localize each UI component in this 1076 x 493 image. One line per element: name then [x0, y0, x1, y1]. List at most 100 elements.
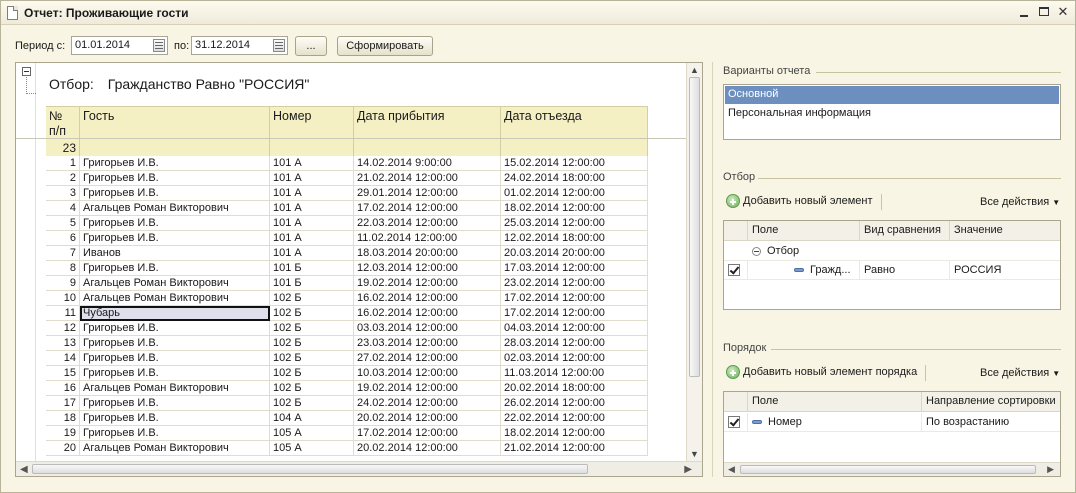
table-row[interactable]: 1 Григорьев И.В. 101 А 14.02.2014 9:00:00 15…	[46, 156, 648, 171]
room-cell[interactable]: 101 А	[270, 216, 354, 231]
room-cell[interactable]: 102 Б	[270, 336, 354, 351]
departure-cell[interactable]: 23.02.2014 12:00:00	[501, 276, 648, 291]
calendar-icon[interactable]	[153, 39, 165, 52]
filter-comparison-cell[interactable]: Равно	[860, 261, 950, 280]
guest-cell[interactable]: Агальцев Роман Викторович	[80, 381, 270, 396]
close-icon[interactable]: ✕	[1055, 4, 1071, 20]
row-number[interactable]: 13	[46, 336, 80, 351]
vertical-scrollbar[interactable]: ▲ ▼	[686, 63, 702, 461]
row-number[interactable]: 14	[46, 351, 80, 366]
arrival-cell[interactable]: 14.02.2014 9:00:00	[354, 156, 501, 171]
row-number[interactable]: 2	[46, 171, 80, 186]
departure-cell[interactable]: 20.03.2014 20:00:00	[501, 246, 648, 261]
guest-cell[interactable]: Чубарь	[80, 306, 270, 321]
departure-cell[interactable]: 15.02.2014 12:00:00	[501, 156, 648, 171]
table-row[interactable]: 14 Григорьев И.В. 102 Б 27.02.2014 12:00:00…	[46, 351, 648, 366]
arrival-cell[interactable]: 24.02.2014 12:00:00	[354, 396, 501, 411]
collapse-icon[interactable]	[22, 67, 31, 76]
guest-cell[interactable]: Агальцев Роман Викторович	[80, 441, 270, 456]
room-cell[interactable]: 102 Б	[270, 306, 354, 321]
table-row[interactable]: 3 Григорьев И.В. 101 А 29.01.2014 12:00:00 0…	[46, 186, 648, 201]
departure-cell[interactable]: 17.03.2014 12:00:00	[501, 261, 648, 276]
room-cell[interactable]: 105 А	[270, 426, 354, 441]
departure-cell[interactable]: 21.02.2014 12:00:00	[501, 441, 648, 456]
row-number[interactable]: 4	[46, 201, 80, 216]
arrival-cell[interactable]: 27.02.2014 12:00:00	[354, 351, 501, 366]
table-row[interactable]: 7 Иванов 101 А 18.03.2014 20:00:00 20.03.201…	[46, 246, 648, 261]
choose-period-button[interactable]: ...	[295, 36, 327, 56]
room-cell[interactable]: 102 Б	[270, 351, 354, 366]
arrival-cell[interactable]: 16.02.2014 12:00:00	[354, 306, 501, 321]
room-cell[interactable]: 101 А	[270, 186, 354, 201]
variant-item[interactable]: Основной	[725, 86, 1059, 104]
row-number[interactable]: 10	[46, 291, 80, 306]
guest-cell[interactable]: Григорьев И.В.	[80, 231, 270, 246]
room-cell[interactable]: 101 А	[270, 156, 354, 171]
arrival-cell[interactable]: 19.02.2014 12:00:00	[354, 381, 501, 396]
departure-cell[interactable]: 11.03.2014 12:00:00	[501, 366, 648, 381]
order-grid[interactable]: Поле Направление сортировки Номер По воз…	[723, 391, 1061, 477]
table-row[interactable]: 6 Григорьев И.В. 101 А 11.02.2014 12:00:00 1…	[46, 231, 648, 246]
scroll-left-icon[interactable]: ◀	[20, 464, 28, 475]
scroll-thumb[interactable]	[32, 464, 588, 474]
arrival-cell[interactable]: 12.03.2014 12:00:00	[354, 261, 501, 276]
filter-item-checkbox[interactable]	[728, 264, 740, 276]
departure-cell[interactable]: 18.02.2014 12:00:00	[501, 426, 648, 441]
row-number[interactable]: 8	[46, 261, 80, 276]
arrival-cell[interactable]: 16.02.2014 12:00:00	[354, 291, 501, 306]
guest-cell[interactable]: Агальцев Роман Викторович	[80, 201, 270, 216]
departure-cell[interactable]: 20.02.2014 18:00:00	[501, 381, 648, 396]
room-cell[interactable]: 102 Б	[270, 291, 354, 306]
row-number[interactable]: 9	[46, 276, 80, 291]
arrival-cell[interactable]: 29.01.2014 12:00:00	[354, 186, 501, 201]
departure-cell[interactable]: 04.03.2014 12:00:00	[501, 321, 648, 336]
guest-cell[interactable]: Григорьев И.В.	[80, 366, 270, 381]
guest-cell[interactable]: Григорьев И.В.	[80, 186, 270, 201]
generate-button[interactable]: Сформировать	[337, 36, 433, 56]
filter-all-actions[interactable]: Все действия ▼	[980, 196, 1060, 208]
arrival-cell[interactable]: 11.02.2014 12:00:00	[354, 231, 501, 246]
departure-cell[interactable]: 17.02.2014 12:00:00	[501, 291, 648, 306]
room-cell[interactable]: 101 Б	[270, 261, 354, 276]
departure-cell[interactable]: 12.02.2014 18:00:00	[501, 231, 648, 246]
period-to-field[interactable]: 31.12.2014	[191, 36, 288, 55]
guest-cell[interactable]: Григорьев И.В.	[80, 396, 270, 411]
guest-cell[interactable]: Агальцев Роман Викторович	[80, 276, 270, 291]
departure-cell[interactable]: 18.02.2014 12:00:00	[501, 201, 648, 216]
scroll-thumb[interactable]	[740, 465, 1036, 474]
room-cell[interactable]: 102 Б	[270, 321, 354, 336]
arrival-cell[interactable]: 22.03.2014 12:00:00	[354, 216, 501, 231]
room-cell[interactable]: 101 А	[270, 171, 354, 186]
table-row[interactable]: 9 Агальцев Роман Викторович 101 Б 19.02.201…	[46, 276, 648, 291]
table-row[interactable]: 19 Григорьев И.В. 105 А 17.02.2014 12:00:00…	[46, 426, 648, 441]
row-number[interactable]: 6	[46, 231, 80, 246]
period-from-field[interactable]: 01.01.2014	[71, 36, 168, 55]
arrival-cell[interactable]: 21.02.2014 12:00:00	[354, 171, 501, 186]
room-cell[interactable]: 102 Б	[270, 396, 354, 411]
horizontal-scrollbar[interactable]: ◀ ▶	[16, 461, 702, 476]
room-cell[interactable]: 104 А	[270, 411, 354, 426]
filter-value-cell[interactable]: РОССИЯ	[950, 261, 1060, 280]
room-cell[interactable]: 101 Б	[270, 276, 354, 291]
arrival-cell[interactable]: 10.03.2014 12:00:00	[354, 366, 501, 381]
scroll-right-icon[interactable]: ▶	[684, 464, 692, 475]
guest-cell[interactable]: Григорьев И.В.	[80, 351, 270, 366]
table-row[interactable]: 8 Григорьев И.В. 101 Б 12.03.2014 12:00:00 1…	[46, 261, 648, 276]
row-number[interactable]: 11	[46, 306, 80, 321]
row-number[interactable]: 15	[46, 366, 80, 381]
guest-cell[interactable]: Григорьев И.В.	[80, 156, 270, 171]
guest-cell[interactable]: Григорьев И.В.	[80, 411, 270, 426]
guest-cell[interactable]: Григорьев И.В.	[80, 261, 270, 276]
scroll-left-icon[interactable]: ◀	[728, 464, 735, 475]
arrival-cell[interactable]: 18.03.2014 20:00:00	[354, 246, 501, 261]
row-number[interactable]: 5	[46, 216, 80, 231]
table-row[interactable]: 11 Чубарь 102 Б 16.02.2014 12:00:00 17.02.20…	[46, 306, 648, 321]
maximize-icon[interactable]	[1036, 4, 1052, 20]
arrival-cell[interactable]: 20.02.2014 12:00:00	[354, 411, 501, 426]
row-number[interactable]: 12	[46, 321, 80, 336]
row-number[interactable]: 3	[46, 186, 80, 201]
minimize-icon[interactable]	[1016, 4, 1032, 20]
room-cell[interactable]: 101 А	[270, 231, 354, 246]
guest-cell[interactable]: Иванов	[80, 246, 270, 261]
room-cell[interactable]: 102 Б	[270, 381, 354, 396]
